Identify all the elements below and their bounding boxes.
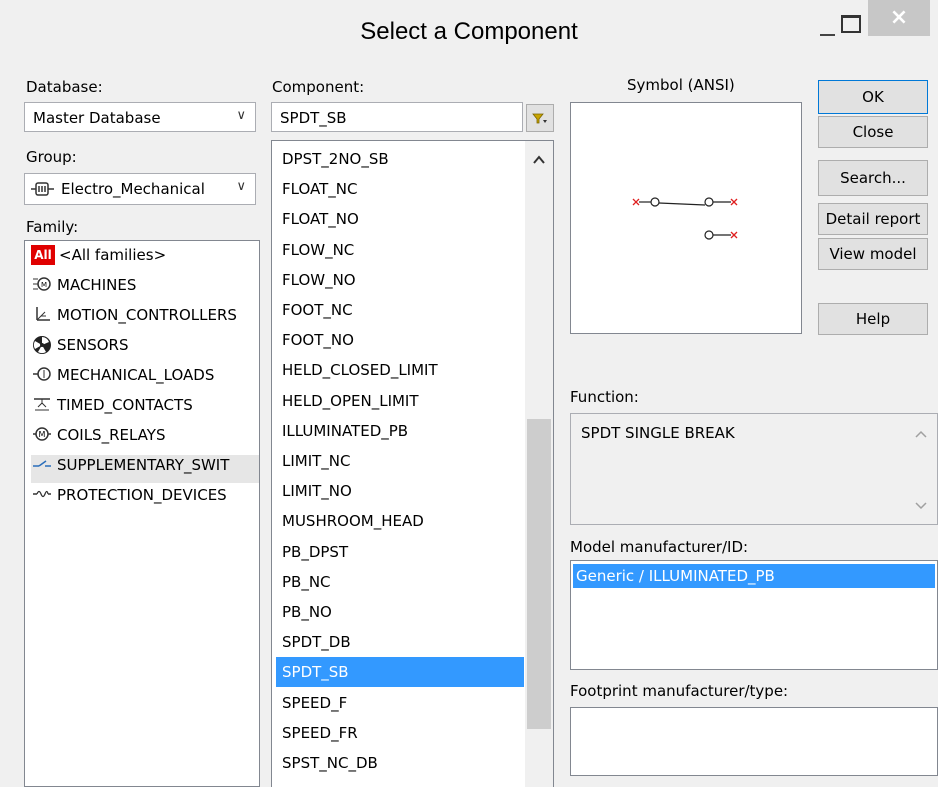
filter-icon [532,113,547,124]
sensors-icon [31,335,53,355]
model-manufacturer-label: Model manufacturer/ID: [570,538,749,556]
maximize-button[interactable] [834,10,864,40]
search-button[interactable]: Search... [818,160,928,196]
close-window-button[interactable]: × [868,0,930,36]
family-item-label: TIMED_CONTACTS [57,396,193,414]
component-list-item[interactable]: MUSHROOM_HEAD [276,506,524,536]
scroll-up-button[interactable] [525,141,553,177]
family-item-supplementary-switches[interactable]: SUPPLEMENTARY_SWIT [31,455,259,483]
filter-button[interactable] [526,104,554,132]
close-button[interactable]: Close [818,116,928,148]
component-list-item[interactable]: FLOAT_NO [276,204,524,234]
component-list-item[interactable]: PB_NC [276,567,524,597]
group-select[interactable]: Electro_Mechanical ∨ [24,173,256,205]
component-list-item[interactable]: HELD_CLOSED_LIMIT [276,355,524,385]
ok-button[interactable]: OK [818,80,928,114]
chevron-down-icon [915,502,927,510]
detail-report-button[interactable]: Detail report [818,203,928,235]
component-list-item[interactable]: HELD_OPEN_LIMIT [276,386,524,416]
component-label: Component: [272,78,365,96]
function-value: SPDT SINGLE BREAK [581,424,735,442]
coils-relays-icon: M [31,425,53,445]
window-title: Select a Component [360,18,578,45]
component-list-item[interactable]: ILLUMINATED_PB [276,416,524,446]
electro-mechanical-icon [31,179,55,199]
database-select[interactable]: Master Database ∨ [24,102,256,132]
supplementary-switches-icon [31,455,53,475]
chevron-down-icon: ∨ [236,179,246,194]
protection-devices-icon [31,485,53,505]
family-item-label: SENSORS [57,336,129,354]
component-search-value: SPDT_SB [280,109,347,127]
machines-icon: M [31,275,53,295]
close-icon: × [889,5,909,30]
component-list-item[interactable]: FLOAT_NC [276,174,524,204]
component-list-item[interactable]: PB_DPST [276,537,524,567]
spdt-switch-symbol [632,197,738,240]
component-list-item[interactable]: LIMIT_NC [276,446,524,476]
family-item-sensors[interactable]: SENSORS [31,335,259,363]
footprint-manufacturer-label: Footprint manufacturer/type: [570,682,789,700]
family-item-timed-contacts[interactable]: TIMED_CONTACTS [31,395,259,423]
component-list-item[interactable]: SPDT_DB [276,627,524,657]
chevron-up-icon [533,155,545,164]
component-list-item[interactable]: DPST_2NO_SB [276,144,524,174]
family-item-label: PROTECTION_DEVICES [57,486,227,504]
motion-controllers-icon [31,305,53,325]
component-search-input[interactable]: SPDT_SB [271,102,523,132]
chevron-up-icon [915,430,927,438]
component-list-item[interactable]: SPEED_FR [276,718,524,748]
function-textbox: SPDT SINGLE BREAK [570,413,938,525]
scrollbar[interactable] [525,141,553,787]
family-item-protection-devices[interactable]: PROTECTION_DEVICES [31,485,259,513]
all-families-icon: All [31,245,55,265]
family-item-coils-relays[interactable]: M COILS_RELAYS [31,425,259,453]
family-item-label: SUPPLEMENTARY_SWIT [57,456,230,474]
component-list-item[interactable]: SPDT_SB [276,657,524,688]
family-item-machines[interactable]: M MACHINES [31,275,259,303]
component-list-item[interactable]: FOOT_NC [276,295,524,325]
database-label: Database: [26,78,103,96]
model-manufacturer-list[interactable]: Generic / ILLUMINATED_PB [570,560,938,670]
footprint-manufacturer-list[interactable] [570,707,938,776]
group-value: Electro_Mechanical [61,180,205,198]
family-list[interactable]: All <All families> M MACHINES MOTION_CONT… [24,240,260,787]
chevron-down-icon: ∨ [236,108,246,123]
family-item-label: <All families> [59,246,167,264]
family-item-label: COILS_RELAYS [57,426,166,444]
family-label: Family: [26,218,79,236]
svg-text:M: M [39,430,46,439]
svg-text:M: M [41,281,47,289]
timed-contacts-icon [31,395,53,415]
family-item-label: MECHANICAL_LOADS [57,366,215,384]
component-list-item[interactable]: LIMIT_NO [276,476,524,506]
help-button[interactable]: Help [818,303,928,335]
group-label: Group: [26,148,77,166]
model-manufacturer-item[interactable]: Generic / ILLUMINATED_PB [573,564,935,588]
family-item-all[interactable]: All <All families> [31,245,259,273]
family-item-label: MACHINES [57,276,137,294]
component-list-item[interactable]: SPST_NC_DB [276,748,524,778]
symbol-preview [570,102,802,334]
family-item-mechanical-loads[interactable]: MECHANICAL_LOADS [31,365,259,393]
component-list[interactable]: DPST_2NO_SB FLOAT_NC FLOAT_NO FLOW_NC FLOW_N… [271,140,554,787]
component-list-item[interactable]: PB_NO [276,597,524,627]
view-model-button[interactable]: View model [818,238,928,270]
component-list-item[interactable]: FLOW_NC [276,235,524,265]
component-list-item[interactable]: FLOW_NO [276,265,524,295]
component-list-item[interactable]: FOOT_NO [276,325,524,355]
scroll-thumb[interactable] [527,419,551,729]
mechanical-loads-icon [31,365,53,385]
component-list-item[interactable]: SPEED_F [276,688,524,718]
family-item-motion-controllers[interactable]: MOTION_CONTROLLERS [31,305,259,333]
symbol-label: Symbol (ANSI) [627,76,735,94]
function-label: Function: [570,388,639,406]
title-bar: Select a Component × [0,0,938,74]
database-value: Master Database [33,109,161,127]
family-item-label: MOTION_CONTROLLERS [57,306,237,324]
